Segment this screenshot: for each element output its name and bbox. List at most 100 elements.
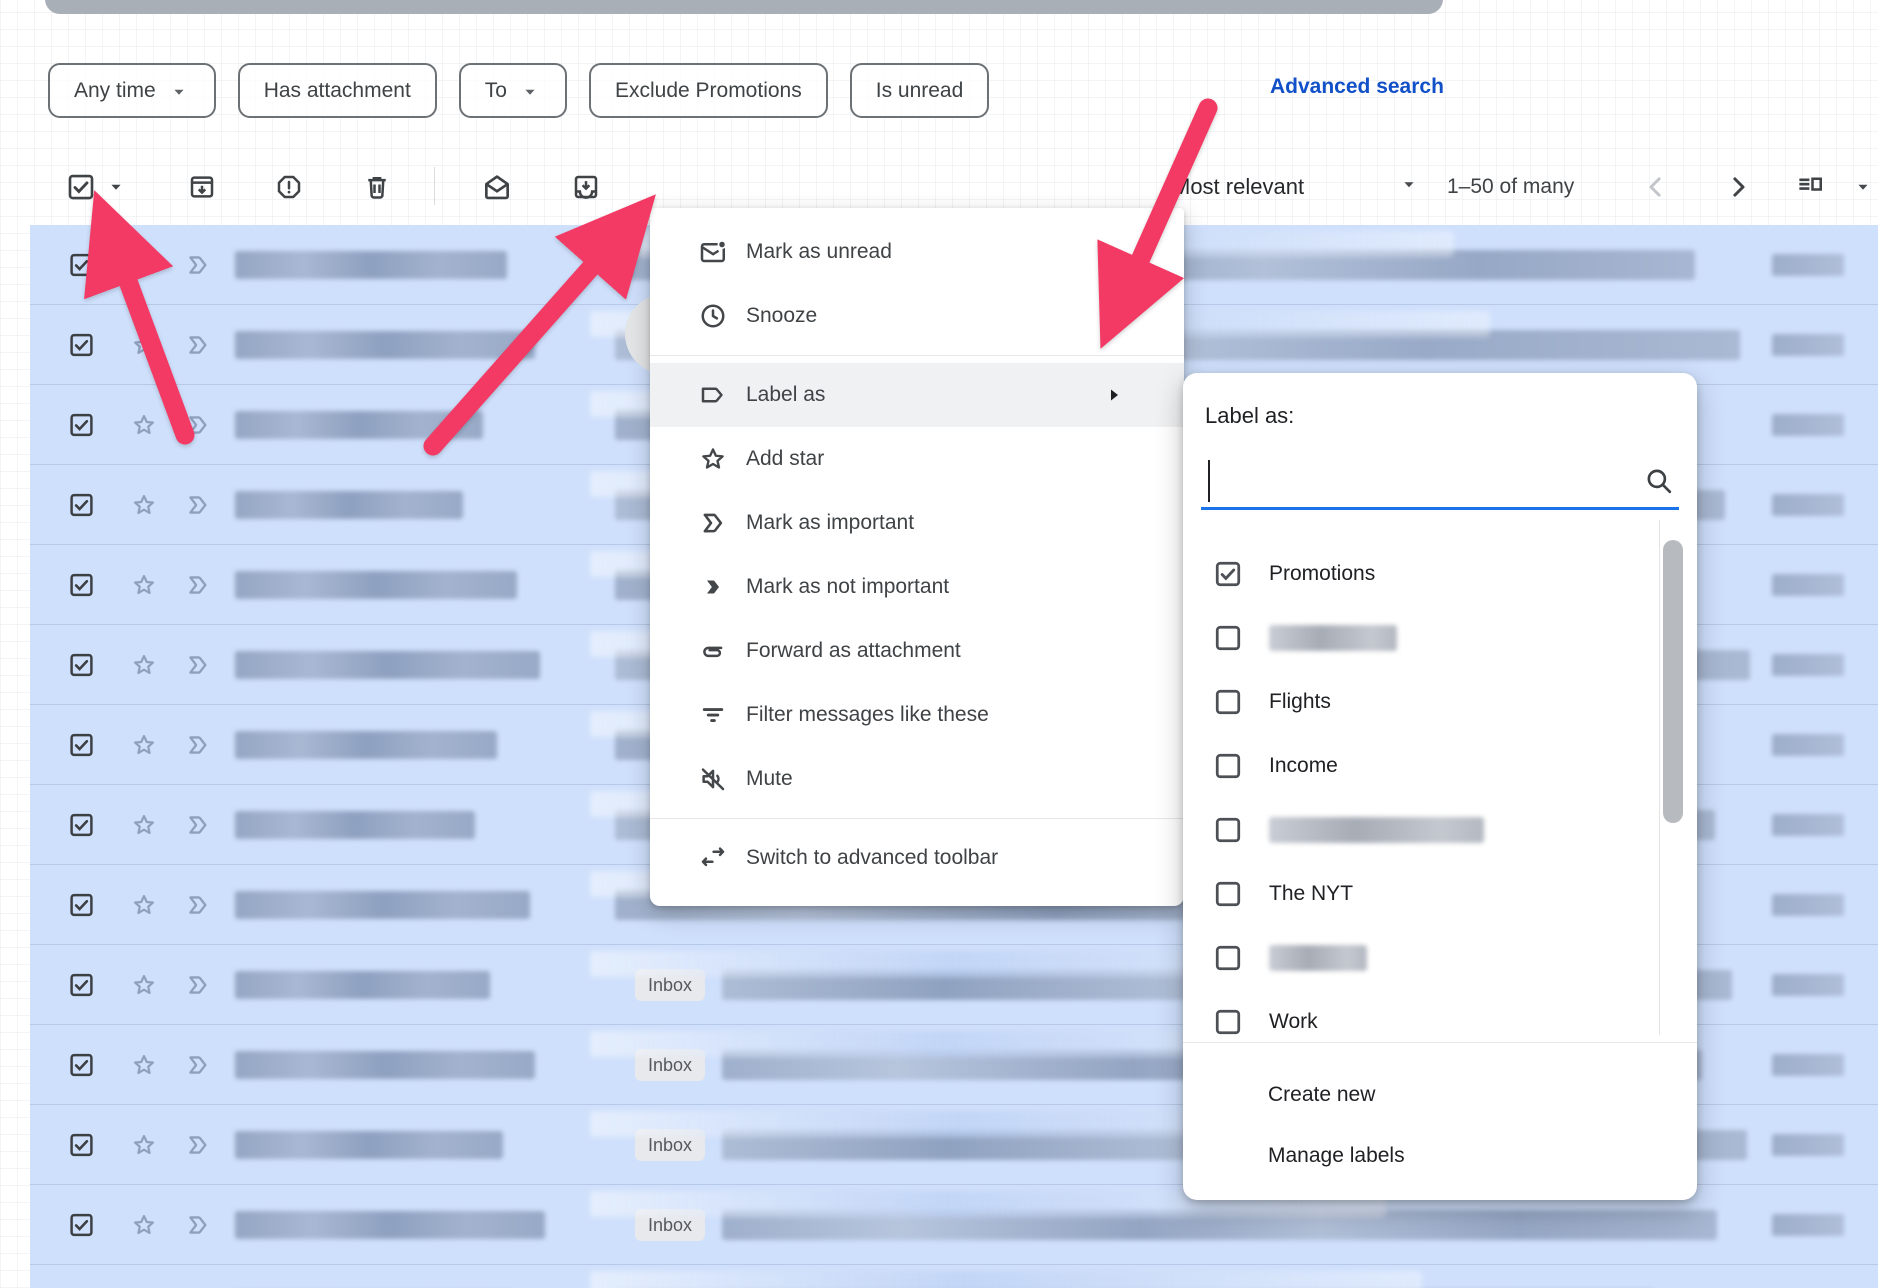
menu-item-mark-as-important[interactable]: Mark as important <box>650 491 1184 555</box>
menu-item-mark-as-not-important[interactable]: Mark as not important <box>650 555 1184 619</box>
filter-chip-exclude-promotions[interactable]: Exclude Promotions <box>589 63 828 118</box>
star-icon[interactable] <box>130 1131 158 1159</box>
importance-icon[interactable] <box>184 491 212 519</box>
star-icon[interactable] <box>130 491 158 519</box>
archive-button[interactable] <box>178 172 226 202</box>
importance-icon[interactable] <box>184 571 212 599</box>
checkbox-empty-icon[interactable] <box>1213 815 1243 845</box>
row-checkbox[interactable] <box>68 411 95 438</box>
manage-labels-button[interactable]: Manage labels <box>1268 1139 1405 1173</box>
newer-page-button[interactable] <box>1634 172 1678 202</box>
mark-as-read-button[interactable] <box>473 171 521 203</box>
move-to-button[interactable] <box>562 172 610 202</box>
importance-icon[interactable] <box>184 811 212 839</box>
menu-item-filter-messages-like-these[interactable]: Filter messages like these <box>650 683 1184 747</box>
row-checkbox[interactable] <box>68 1131 95 1158</box>
sort-dropdown[interactable]: Most relevant <box>1172 148 1304 225</box>
report-spam-button[interactable] <box>265 172 313 202</box>
star-icon[interactable] <box>130 571 158 599</box>
checkbox-empty-icon[interactable] <box>1213 879 1243 909</box>
select-all-caret[interactable] <box>100 176 132 198</box>
filter-icon <box>698 700 728 730</box>
redacted-label-name <box>1269 817 1484 843</box>
menu-item-add-star[interactable]: Add star <box>650 427 1184 491</box>
advanced-search-link[interactable]: Advanced search <box>1270 75 1444 99</box>
importance-icon[interactable] <box>184 891 212 919</box>
row-checkbox[interactable] <box>68 811 95 838</box>
email-row[interactable] <box>30 1265 1878 1288</box>
select-all-checkbox[interactable] <box>57 172 105 202</box>
importance-icon[interactable] <box>184 1211 212 1239</box>
star-icon[interactable] <box>130 1211 158 1239</box>
row-checkbox[interactable] <box>68 491 95 518</box>
menu-item-mark-as-unread[interactable]: Mark as unread <box>650 220 1184 284</box>
sort-caret-icon[interactable] <box>1398 173 1420 200</box>
mark-read-icon <box>481 171 513 203</box>
row-checkbox[interactable] <box>68 891 95 918</box>
filter-chip-any-time[interactable]: Any time <box>48 63 216 118</box>
row-checkbox[interactable] <box>68 1211 95 1238</box>
label-search-input[interactable] <box>1201 455 1679 507</box>
scrollbar-track[interactable] <box>1659 520 1660 1035</box>
label-option-redacted[interactable] <box>1183 926 1697 990</box>
star-icon[interactable] <box>130 891 158 919</box>
scrollbar-thumb[interactable] <box>1663 540 1683 823</box>
row-checkbox[interactable] <box>68 571 95 598</box>
importance-icon[interactable] <box>184 251 212 279</box>
checkbox-empty-icon[interactable] <box>1213 1007 1243 1035</box>
redacted-label-name <box>1269 945 1367 971</box>
row-checkbox[interactable] <box>68 251 95 278</box>
checkbox-checked-icon[interactable] <box>1213 559 1243 589</box>
star-icon[interactable] <box>130 811 158 839</box>
star-icon[interactable] <box>130 731 158 759</box>
checkbox-empty-icon[interactable] <box>1213 751 1243 781</box>
menu-item-mute[interactable]: Mute <box>650 747 1184 811</box>
label-search-field[interactable] <box>1201 455 1679 510</box>
star-icon[interactable] <box>130 411 158 439</box>
label-option-work[interactable]: Work <box>1183 990 1697 1035</box>
redacted-sender <box>235 491 463 519</box>
importance-icon[interactable] <box>184 1131 212 1159</box>
checkbox-empty-icon[interactable] <box>1213 687 1243 717</box>
importance-icon[interactable] <box>184 971 212 999</box>
split-view-caret[interactable] <box>1848 176 1878 198</box>
importance-icon[interactable] <box>184 651 212 679</box>
split-view-button[interactable] <box>1786 172 1834 202</box>
row-checkbox[interactable] <box>68 331 95 358</box>
delete-button[interactable] <box>353 172 401 202</box>
filter-chip-to[interactable]: To <box>459 63 567 118</box>
importance-icon[interactable] <box>184 411 212 439</box>
checkbox-empty-icon[interactable] <box>1213 623 1243 653</box>
row-checkbox[interactable] <box>68 971 95 998</box>
star-icon[interactable] <box>130 331 158 359</box>
label-option-flights[interactable]: Flights <box>1183 670 1697 734</box>
star-icon[interactable] <box>130 1051 158 1079</box>
menu-item-switch-to-advanced-toolbar[interactable]: Switch to advanced toolbar <box>650 826 1184 890</box>
importance-icon[interactable] <box>184 331 212 359</box>
redacted-date <box>1772 1134 1844 1156</box>
row-checkbox[interactable] <box>68 651 95 678</box>
menu-item-forward-as-attachment[interactable]: Forward as attachment <box>650 619 1184 683</box>
menu-item-label-as[interactable]: Label as <box>650 363 1184 427</box>
label-option-promotions[interactable]: Promotions <box>1183 542 1697 606</box>
filter-chip-is-unread[interactable]: Is unread <box>850 63 990 118</box>
row-checkbox[interactable] <box>68 1051 95 1078</box>
filter-chip-has-attachment[interactable]: Has attachment <box>238 63 437 118</box>
redacted-sender <box>235 1211 545 1239</box>
label-option-the-nyt[interactable]: The NYT <box>1183 862 1697 926</box>
importance-icon[interactable] <box>184 1051 212 1079</box>
older-page-button[interactable] <box>1716 172 1760 202</box>
star-icon[interactable] <box>130 251 158 279</box>
menu-item-snooze[interactable]: Snooze <box>650 284 1184 348</box>
menu-item-label: Mark as unread <box>746 240 892 264</box>
label-option-redacted[interactable] <box>1183 798 1697 862</box>
archive-icon <box>187 172 217 202</box>
row-checkbox[interactable] <box>68 731 95 758</box>
star-icon[interactable] <box>130 971 158 999</box>
checkbox-empty-icon[interactable] <box>1213 943 1243 973</box>
importance-icon[interactable] <box>184 731 212 759</box>
star-icon[interactable] <box>130 651 158 679</box>
create-new-label-button[interactable]: Create new <box>1268 1078 1375 1112</box>
label-option-income[interactable]: Income <box>1183 734 1697 798</box>
label-option-redacted[interactable] <box>1183 606 1697 670</box>
